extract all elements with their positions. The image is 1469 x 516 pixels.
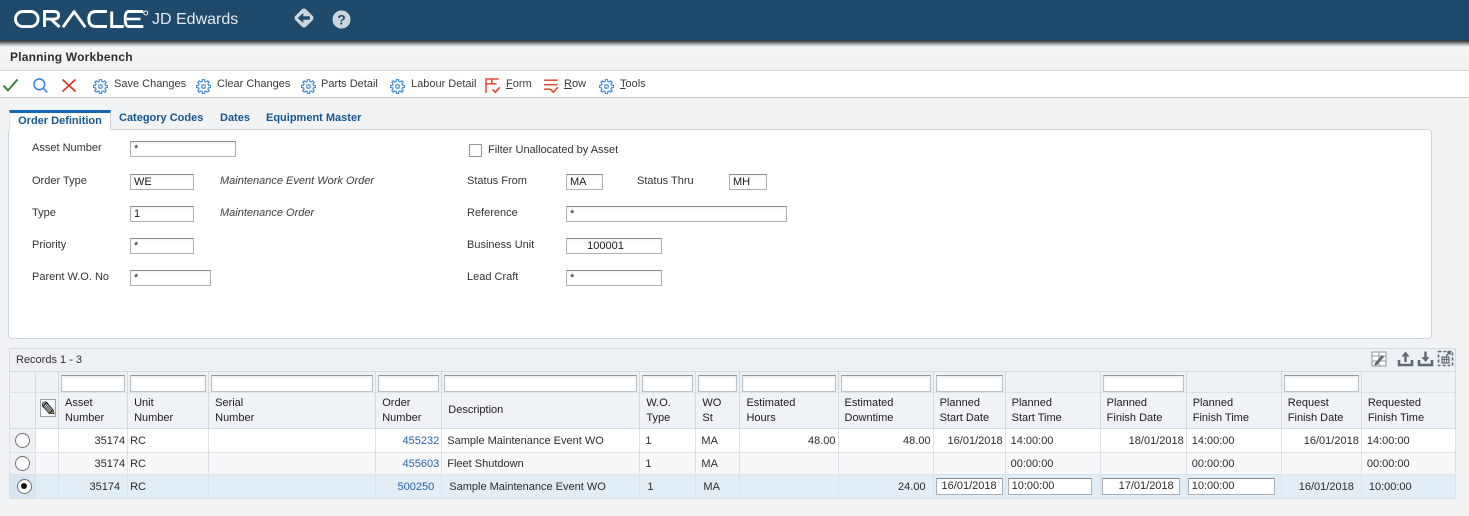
svg-text:?: ?	[337, 12, 346, 28]
